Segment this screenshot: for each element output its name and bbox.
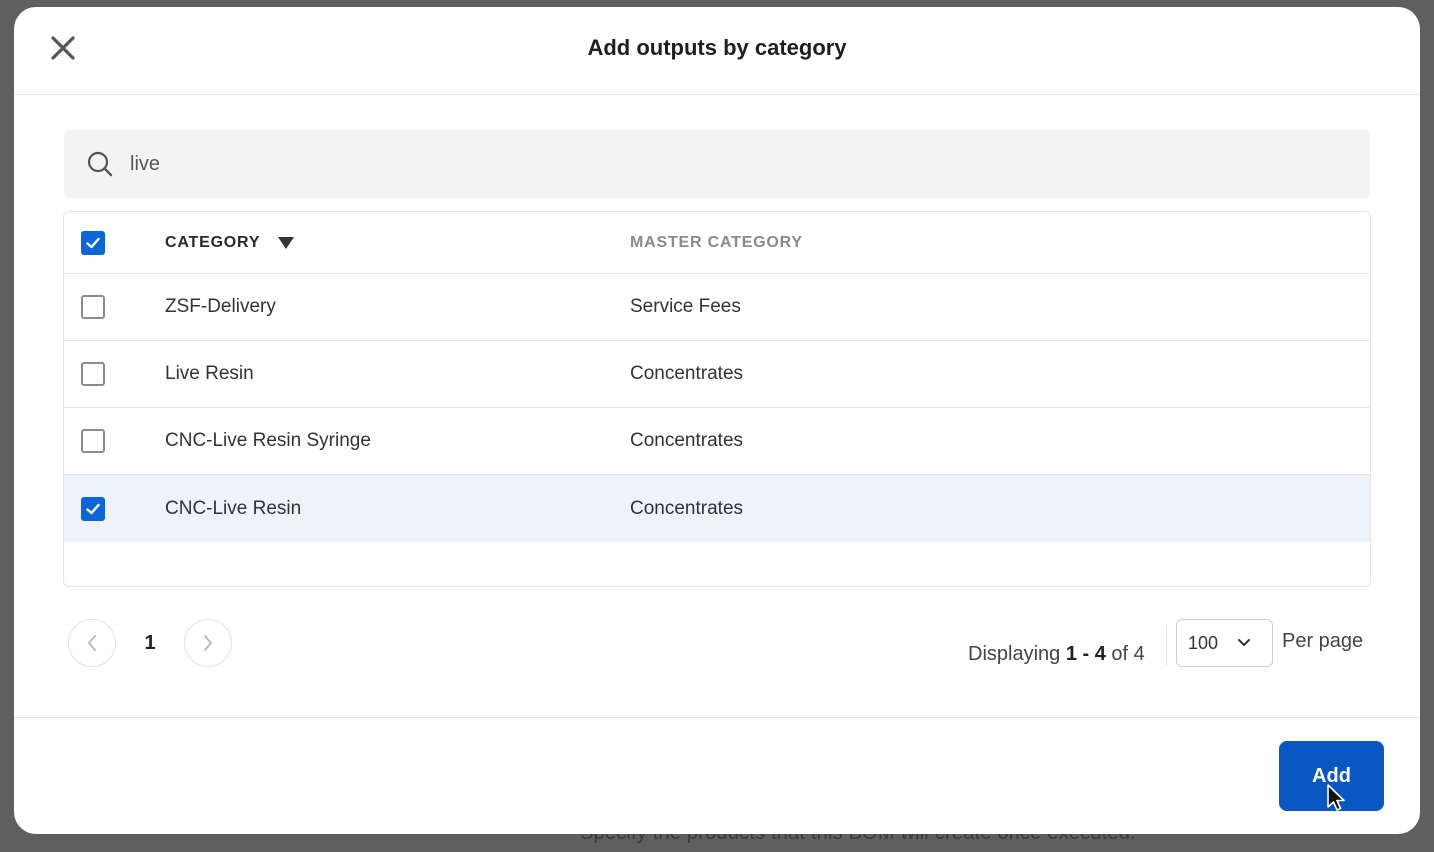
display-of: of: [1111, 643, 1129, 665]
chevron-right-icon: [204, 635, 212, 651]
chevron-left-icon: [88, 635, 96, 651]
modal-title: Add outputs by category: [587, 35, 847, 60]
row-category: CNC-Live Resin Syringe: [165, 430, 371, 451]
table-header: CATEGORY MASTER CATEGORY: [64, 212, 1370, 274]
display-total: 4: [1133, 643, 1145, 665]
row-checkbox[interactable]: [81, 362, 105, 386]
display-count: Displaying 1 - 4 of 4: [968, 643, 1145, 666]
search-icon: [86, 150, 114, 178]
row-category: ZSF-Delivery: [165, 296, 276, 317]
column-header-category[interactable]: CATEGORY: [165, 233, 295, 252]
select-all-checkbox[interactable]: [81, 230, 105, 255]
mouse-cursor-icon: [1327, 784, 1345, 811]
display-prefix: Displaying: [968, 643, 1061, 665]
page-number[interactable]: 1: [116, 632, 184, 655]
table-row[interactable]: ZSF-Delivery Service Fees: [64, 274, 1370, 341]
prev-page-button[interactable]: [68, 619, 116, 667]
row-category: Live Resin: [165, 363, 254, 384]
table-row[interactable]: CNC-Live Resin Syringe Concentrates: [64, 408, 1370, 475]
display-range: 1 - 4: [1065, 643, 1106, 665]
caret-down-icon[interactable]: [278, 236, 295, 249]
row-master-category: Concentrates: [630, 363, 744, 384]
row-master-category: Service Fees: [630, 296, 741, 317]
per-page-value: 100: [1188, 632, 1219, 653]
search-bar[interactable]: [64, 130, 1370, 198]
add-outputs-modal: Add outputs by category CATEGORY M: [14, 7, 1420, 834]
row-master-category: Concentrates: [630, 497, 744, 519]
row-checkbox[interactable]: [81, 429, 105, 453]
check-icon: [86, 503, 100, 514]
per-page-label: Per page: [1282, 630, 1364, 652]
chevron-down-icon: [1238, 639, 1250, 646]
row-category: CNC-Live Resin: [165, 497, 302, 519]
column-header-master-category: MASTER CATEGORY: [630, 233, 803, 251]
table-row-selected[interactable]: CNC-Live Resin Concentrates: [64, 475, 1370, 542]
row-checkbox[interactable]: [81, 496, 105, 521]
row-master-category: Concentrates: [630, 430, 744, 451]
pagination: 1: [68, 619, 232, 667]
divider: [1166, 627, 1167, 667]
column-header-category-label: CATEGORY: [165, 233, 261, 251]
row-checkbox[interactable]: [81, 295, 105, 319]
modal-header: Add outputs by category: [14, 7, 1420, 95]
search-input[interactable]: [130, 152, 1230, 176]
category-table: CATEGORY MASTER CATEGORY ZSF-Delivery Se…: [63, 211, 1371, 587]
next-page-button[interactable]: [184, 619, 232, 667]
check-icon: [86, 237, 100, 248]
table-row[interactable]: Live Resin Concentrates: [64, 341, 1370, 408]
per-page-select[interactable]: 100: [1176, 619, 1273, 667]
modal-footer: [14, 717, 1420, 834]
